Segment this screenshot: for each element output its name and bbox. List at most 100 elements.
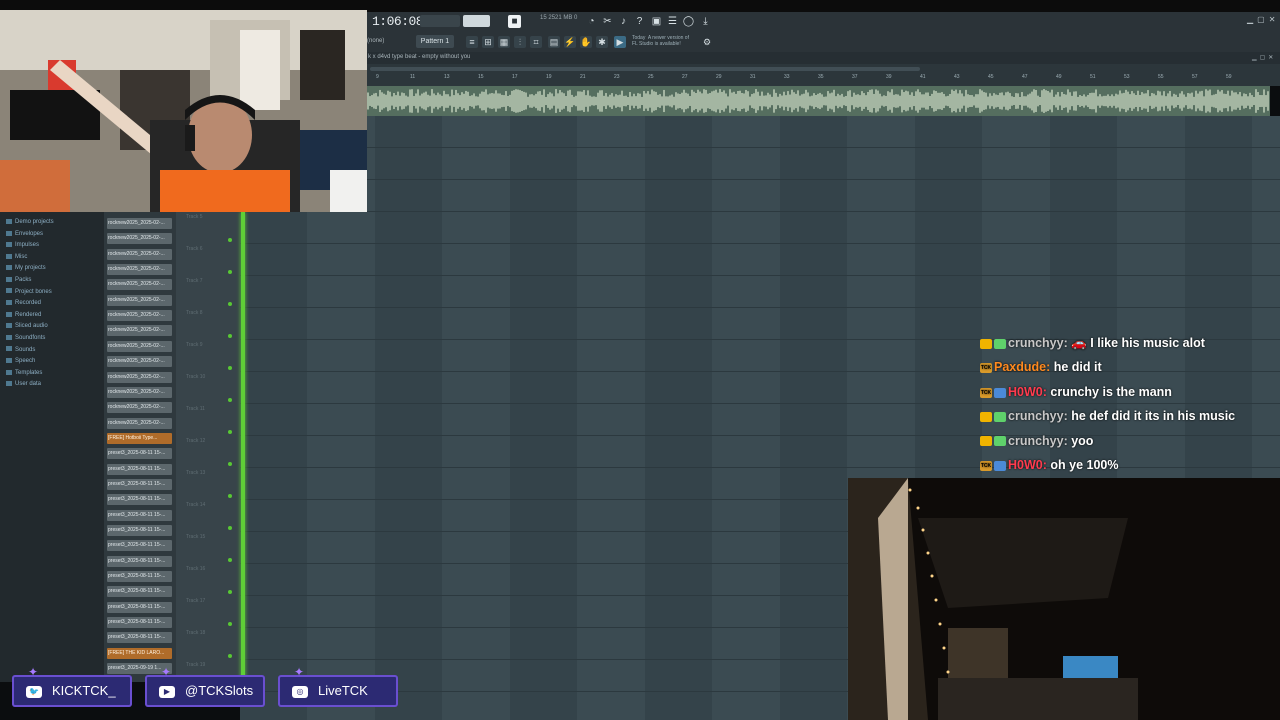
channel-button[interactable]: preset3_2025-08-11 15-... [107, 617, 172, 629]
playhead[interactable] [241, 212, 245, 682]
track-mute-led[interactable] [228, 366, 232, 370]
channel-button[interactable]: preset3_2025-08-11 15-... [107, 601, 172, 613]
channel-button[interactable]: preset3_2025-08-11 15-... [107, 448, 172, 460]
track-mute-led[interactable] [228, 558, 232, 562]
download-icon[interactable]: ⤓ [699, 15, 712, 28]
channel-button[interactable]: rocknew2025_2025-02-... [107, 371, 172, 383]
channel-button[interactable]: preset3_2025-08-11 15-... [107, 555, 172, 567]
browser-item[interactable]: Demo projects [6, 217, 54, 229]
browser-item[interactable]: Templates [6, 368, 54, 380]
track-name[interactable]: Track 19 [186, 662, 205, 668]
browser-item[interactable]: Impulses [6, 240, 54, 252]
track-mute-led[interactable] [228, 590, 232, 594]
track-mute-led[interactable] [228, 302, 232, 306]
browser-icon[interactable]: ⌗ [530, 36, 542, 48]
track-mute-led[interactable] [228, 430, 232, 434]
track-name[interactable]: Track 5 [186, 214, 202, 220]
stop-icon[interactable]: ■ [508, 15, 521, 28]
track-name[interactable]: Track 18 [186, 630, 205, 636]
master-volume-display[interactable] [463, 15, 490, 27]
chat-icon[interactable]: ◯ [682, 15, 695, 28]
news-icon[interactable]: ▶ [614, 36, 626, 48]
browser-item[interactable]: Misc [6, 252, 54, 264]
track-mute-led[interactable] [228, 622, 232, 626]
disk-icon[interactable]: ✱ [596, 36, 608, 48]
track-mute-led[interactable] [228, 494, 232, 498]
channel-button[interactable]: rocknew2025_2025-02-... [107, 356, 172, 368]
channel-button[interactable]: rocknew2025_2025-02-... [107, 402, 172, 414]
channel-button[interactable]: preset3_2025-08-11 15-... [107, 525, 172, 536]
track-mute-led[interactable] [228, 238, 232, 242]
channel-button[interactable]: [FREE] Hotboii Type... [107, 432, 172, 444]
channel-button[interactable]: rocknew2025_2025-02-... [107, 386, 172, 398]
pattern-selector[interactable]: Pattern 1 [416, 35, 454, 48]
mixer-icon[interactable]: ☰ [666, 15, 679, 28]
track-name[interactable]: Track 9 [186, 342, 202, 348]
channel-button[interactable]: preset3_2025-08-11 15-... [107, 586, 172, 598]
track-name[interactable]: Track 10 [186, 374, 205, 380]
piano-roll-icon[interactable]: ⊞ [482, 36, 494, 48]
song-time-display[interactable]: 1:06:08 [372, 14, 424, 29]
channel-button[interactable]: preset3_2025-08-11 15-... [107, 478, 172, 490]
channel-button[interactable]: preset3_2025-08-11 15-... [107, 463, 172, 475]
social-link[interactable]: 🐦 KICKTCK_ [12, 675, 132, 707]
mixer-view-icon[interactable]: ⫶ [514, 36, 526, 48]
track-name[interactable]: Track 8 [186, 310, 202, 316]
metronome-icon[interactable]: ◔ [585, 15, 598, 28]
channel-button[interactable]: rocknew2025_2025-02-... [107, 417, 172, 429]
track-mute-led[interactable] [228, 462, 232, 466]
channel-button[interactable]: rocknew2025_2025-02-... [107, 310, 172, 322]
channel-button[interactable]: preset3_2025-08-11 15-... [107, 540, 172, 552]
browser-item[interactable]: Soundfonts [6, 333, 54, 345]
channel-rack-icon[interactable]: ▦ [498, 36, 510, 48]
track-mute-led[interactable] [228, 526, 232, 530]
channel-button[interactable]: preset3_2025-08-11 15-... [107, 509, 172, 521]
track-name[interactable]: Track 7 [186, 278, 202, 284]
browser-item[interactable]: Recorded [6, 298, 54, 310]
channel-button[interactable]: rocknew2025_2025-02-... [107, 340, 172, 352]
track-mute-led[interactable] [228, 398, 232, 402]
channel-button[interactable]: rocknew2025_2025-02-... [107, 248, 172, 260]
playlist-window-controls[interactable]: ▁▢✕ [1252, 54, 1276, 61]
browser-item[interactable]: Sliced audio [6, 321, 54, 333]
channel-button[interactable]: rocknew2025_2025-02-... [107, 325, 172, 337]
touch-icon[interactable]: ✋ [580, 36, 592, 48]
help-icon[interactable]: ? [633, 15, 646, 28]
track-mute-led[interactable] [228, 270, 232, 274]
browser-item[interactable]: Packs [6, 275, 54, 287]
clipboard-icon[interactable]: ▤ [548, 36, 560, 48]
track-name[interactable]: Track 17 [186, 598, 205, 604]
social-link[interactable]: ▶ @TCKSlots [145, 675, 265, 707]
track-name[interactable]: Track 6 [186, 246, 202, 252]
browser-item[interactable]: User data [6, 379, 54, 391]
plugin-icon[interactable]: ⚡ [564, 36, 576, 48]
social-link[interactable]: ◎ LiveTCK [278, 675, 398, 707]
track-name[interactable]: Track 11 [186, 406, 205, 412]
track-name[interactable]: Track 14 [186, 502, 205, 508]
channel-button[interactable]: rocknew2025_2025-02-... [107, 279, 172, 291]
browser-item[interactable]: Rendered [6, 310, 54, 322]
channel-button[interactable]: rocknew2025_2025-02-... [107, 233, 172, 245]
update-notice[interactable]: Today A newer version of FL Studio is av… [632, 35, 689, 47]
track-mute-led[interactable] [228, 334, 232, 338]
settings-icon[interactable]: ⚙ [701, 36, 713, 48]
track-name[interactable]: Track 12 [186, 438, 205, 444]
browser-item[interactable]: Project bones [6, 287, 54, 299]
track-name[interactable]: Track 13 [186, 470, 205, 476]
snap-mode-label[interactable]: (none) [367, 38, 384, 44]
horizontal-scrollbar[interactable] [370, 67, 920, 71]
channel-button[interactable]: [FREE] THE KID LARO... [107, 647, 172, 659]
channel-button[interactable]: preset3_2025-08-11 15-... [107, 632, 172, 644]
browser-item[interactable]: My projects [6, 263, 54, 275]
channel-button[interactable]: preset3_2025-08-11 15-... [107, 494, 172, 506]
track-name[interactable]: Track 16 [186, 566, 205, 572]
playlist-icon[interactable]: ≡ [466, 36, 478, 48]
channel-button[interactable]: preset3_2025-08-11 15-... [107, 571, 172, 583]
cut-icon[interactable]: ✂ [601, 15, 614, 28]
channel-button[interactable]: rocknew2025_2025-02-... [107, 264, 172, 276]
browser-item[interactable]: Envelopes [6, 229, 54, 241]
channel-button[interactable]: rocknew2025_2025-02-... [107, 294, 172, 306]
track-mute-led[interactable] [228, 654, 232, 658]
channel-button[interactable]: rocknew2025_2025-02-... [107, 218, 172, 229]
browser-item[interactable]: Sounds [6, 345, 54, 357]
